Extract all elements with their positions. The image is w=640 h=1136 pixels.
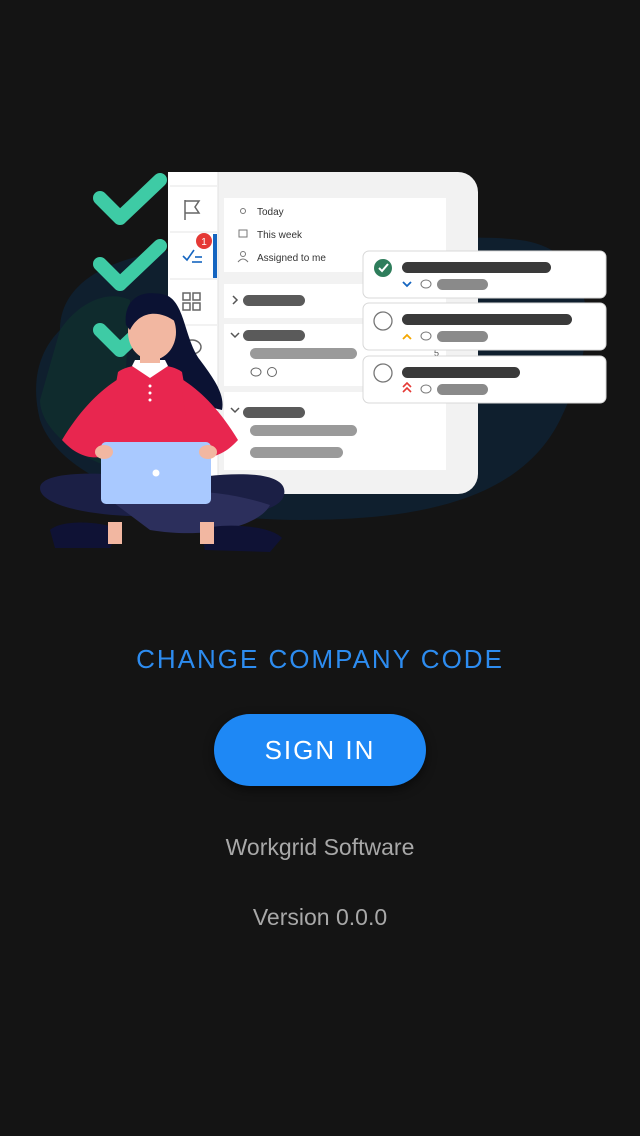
task-card — [362, 355, 607, 404]
badge-count: 1 — [201, 237, 207, 248]
sign-in-button[interactable]: SIGN IN — [214, 714, 426, 786]
company-name: Workgrid Software — [225, 834, 415, 860]
filter-this-week: This week — [257, 230, 303, 241]
version-label: Version 0.0.0 — [252, 904, 388, 930]
task-card — [362, 250, 607, 299]
hero-illustration: 1 Today This week Assigned to me 5 — [36, 172, 607, 552]
nav-active-bar — [213, 234, 217, 278]
filter-assigned-to-me: Assigned to me — [257, 253, 326, 264]
check-circle-icon — [374, 259, 392, 277]
change-company-code-link[interactable]: CHANGE COMPANY CODE — [0, 644, 640, 675]
task-card — [362, 302, 607, 351]
filter-today: Today — [257, 207, 284, 218]
